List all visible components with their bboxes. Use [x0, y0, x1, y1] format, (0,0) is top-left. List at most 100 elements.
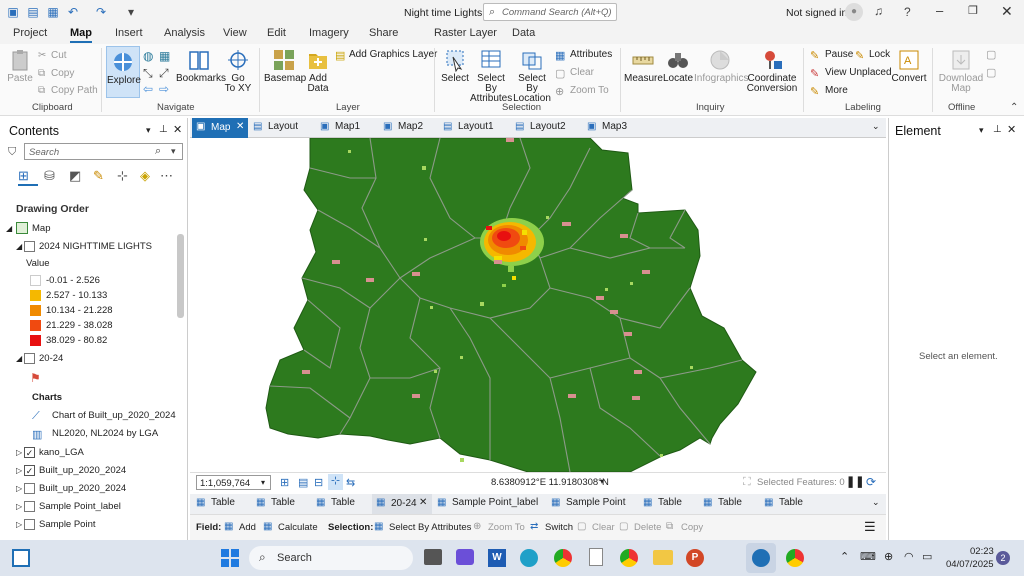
add-field-button[interactable]: Add	[239, 522, 256, 533]
filter-icon[interactable]: ⛉	[8, 146, 16, 159]
undo-icon[interactable]: ↶	[66, 5, 80, 19]
chrome-window-icon[interactable]	[786, 549, 804, 567]
tab-20-24-active[interactable]: ▦ 20-24 ✕	[372, 494, 432, 514]
tab-map2[interactable]: Map2	[398, 121, 423, 132]
tab-view[interactable]: View	[223, 27, 247, 39]
select-by-location-button[interactable]: Select By Location	[512, 48, 552, 104]
map-canvas[interactable]	[190, 137, 886, 473]
pin-icon[interactable]: ⊥	[993, 124, 1002, 135]
snapping-icon[interactable]: ⊹	[328, 474, 343, 490]
edge-icon[interactable]	[520, 549, 538, 567]
list-by-selection-icon[interactable]: ◩	[69, 168, 81, 184]
contents-scrollbar[interactable]	[177, 234, 184, 318]
copy-button[interactable]: Copy	[51, 68, 74, 79]
keyboard-icon[interactable]: ⌨	[860, 550, 876, 563]
measure-button[interactable]: Measure	[624, 48, 663, 84]
layer-checkbox[interactable]	[24, 241, 35, 252]
cut-button[interactable]: Cut	[51, 50, 67, 61]
clock-date[interactable]: 04/07/2025	[946, 559, 994, 570]
copy-button[interactable]: Copy	[681, 522, 703, 533]
download-map-button[interactable]: Download Map	[938, 48, 984, 94]
refresh-map-icon[interactable]: ⇆	[346, 476, 355, 489]
layer-checkbox[interactable]	[24, 483, 35, 494]
pause-drawing-icon[interactable]: ❚❚	[846, 475, 864, 488]
tab-layout2[interactable]: Layout2	[530, 121, 566, 132]
redo-icon[interactable]: ↷	[94, 5, 108, 19]
collapse-arrow-icon[interactable]: ▷	[16, 466, 22, 475]
goto-xy-button[interactable]: Go To XY	[224, 48, 252, 94]
layer-nighttime-lights[interactable]: 2024 NIGHTTIME LIGHTS	[39, 241, 152, 252]
clear-selection-button[interactable]: Clear	[592, 522, 615, 533]
tab-share[interactable]: Share	[369, 27, 398, 39]
tab-table[interactable]: Table	[658, 497, 682, 508]
attributes-button[interactable]: Attributes	[570, 49, 612, 60]
taskbar-search[interactable]: ⌕ Search	[249, 546, 413, 570]
pane-menu-icon[interactable]: ▾	[146, 125, 151, 136]
customize-qat-icon[interactable]: ▾	[124, 5, 138, 19]
tab-sample-point-label[interactable]: Sample Point_label	[452, 497, 538, 508]
help-icon[interactable]: ?	[904, 5, 911, 19]
zoom-to-button[interactable]: Zoom To	[488, 522, 525, 533]
copy-path-button[interactable]: Copy Path	[51, 85, 98, 96]
tab-table[interactable]: Table	[331, 497, 355, 508]
desktop-icon[interactable]	[12, 549, 30, 567]
infographics-button[interactable]: Infographics	[694, 48, 748, 84]
refresh-icon[interactable]: ⟳	[866, 475, 876, 489]
full-extent-icon[interactable]: ◍	[143, 49, 153, 63]
chart-item[interactable]: Chart of Built_up_2020_2024	[52, 410, 176, 421]
collapse-arrow-icon[interactable]: ▷	[16, 448, 22, 457]
pin-icon[interactable]: ⊥	[159, 124, 168, 135]
language-icon[interactable]: ⊕	[884, 550, 893, 563]
layer-checkbox[interactable]	[24, 353, 35, 364]
tab-edit[interactable]: Edit	[267, 27, 286, 39]
battery-icon[interactable]: ▭	[922, 550, 932, 563]
wifi-icon[interactable]: ◠	[904, 550, 914, 563]
chart-item[interactable]: NL2020, NL2024 by LGA	[52, 428, 158, 439]
close-pane-icon[interactable]: ✕	[1007, 123, 1016, 136]
show-hidden-icons-icon[interactable]: ⌃	[840, 550, 849, 563]
map-item[interactable]: Map	[32, 223, 50, 234]
notepad-icon[interactable]	[589, 548, 603, 566]
tabs-overflow-icon[interactable]: ⌄	[872, 121, 880, 132]
tab-raster-layer[interactable]: Raster Layer	[434, 27, 497, 39]
convert-button[interactable]: A Convert	[890, 48, 928, 84]
zoom-in-icon[interactable]: ⤡	[143, 66, 153, 81]
grid-icon[interactable]: ⊞	[280, 476, 289, 489]
zoom-to-button[interactable]: Zoom To	[570, 85, 609, 96]
tab-project[interactable]: Project	[13, 27, 47, 39]
list-by-source-icon[interactable]: ⛁	[44, 168, 55, 184]
tab-map1[interactable]: Map1	[335, 121, 360, 132]
switch-selection-button[interactable]: Switch	[545, 522, 573, 533]
layer-item[interactable]: Sample Point	[39, 519, 96, 530]
sync-icon[interactable]: ▢	[986, 48, 996, 61]
calculate-field-button[interactable]: Calculate	[278, 522, 318, 533]
close-pane-icon[interactable]: ✕	[173, 123, 182, 136]
task-view-icon[interactable]	[424, 549, 442, 565]
tab-map[interactable]: Map	[70, 27, 92, 43]
remove-offline-icon[interactable]: ▢	[986, 66, 996, 79]
map-view[interactable]	[190, 137, 886, 473]
fixed-zoom-icon[interactable]: ▦	[159, 49, 170, 63]
layer-item[interactable]: Built_up_2020_2024	[39, 483, 126, 494]
collapse-arrow-icon[interactable]: ▷	[16, 502, 22, 511]
explore-button[interactable]: Explore	[106, 46, 141, 98]
word-icon[interactable]: W	[488, 549, 506, 567]
scale-selector[interactable]: 1:1,059,764 ▾	[196, 475, 271, 490]
add-data-button[interactable]: Add Data	[304, 48, 332, 94]
layer-20-24[interactable]: 20-24	[39, 353, 63, 364]
pause-labels-button[interactable]: Pause	[825, 49, 853, 60]
coordinate-format-dropdown-icon[interactable]: ▾	[600, 477, 604, 486]
tab-table[interactable]: Table	[718, 497, 742, 508]
back-icon[interactable]: ⇦	[143, 82, 153, 96]
layer-item[interactable]: Sample Point_label	[39, 501, 121, 512]
collapse-ribbon-icon[interactable]: ⌃	[1010, 102, 1018, 113]
tab-analysis[interactable]: Analysis	[164, 27, 205, 39]
more-options-icon[interactable]: ⋯	[160, 168, 173, 184]
windows-start-icon[interactable]	[221, 549, 239, 567]
close-tab-icon[interactable]: ✕	[236, 121, 244, 132]
list-by-editing-icon[interactable]: ✎	[93, 168, 104, 184]
tab-imagery[interactable]: Imagery	[309, 27, 349, 39]
layer-checkbox[interactable]: ✓	[24, 447, 35, 458]
layout-guides-icon[interactable]: ⊟	[314, 476, 323, 489]
close-window-icon[interactable]: ✕	[1001, 3, 1013, 20]
